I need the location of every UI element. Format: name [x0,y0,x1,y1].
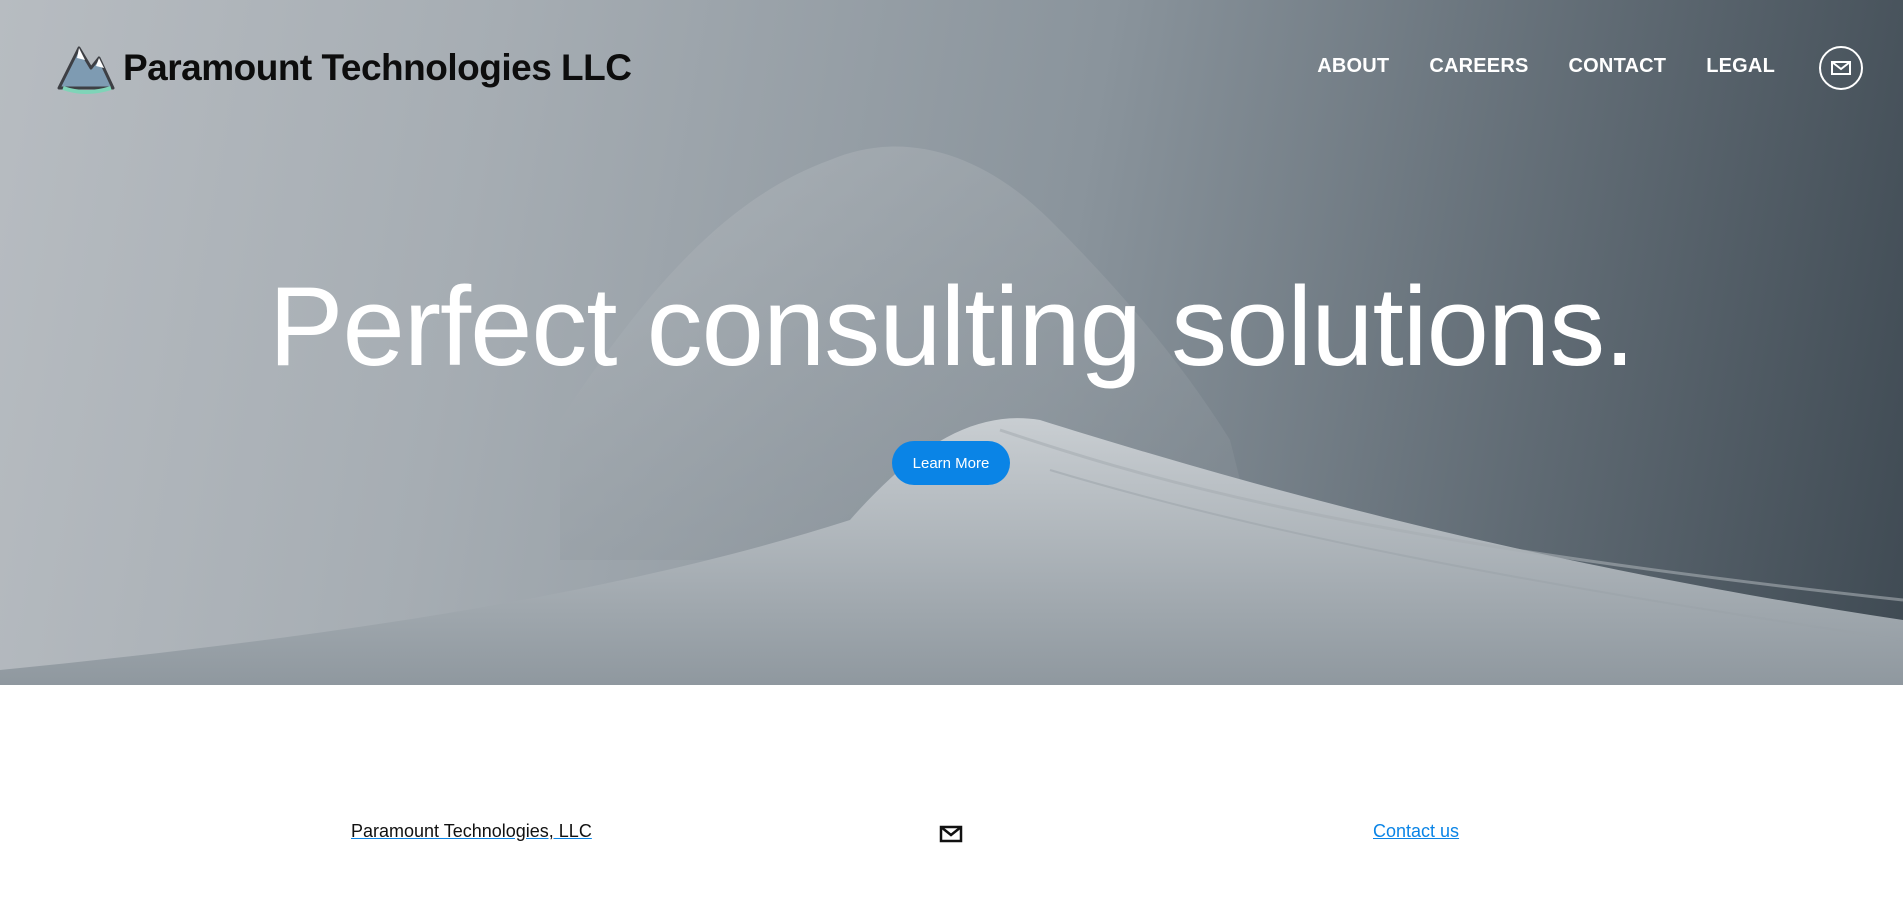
main-nav: ABOUT CAREERS CONTACT LEGAL [1277,55,1775,78]
footer-company-link[interactable]: Paramount Technologies, LLC [351,821,592,842]
learn-more-button[interactable]: Learn More [892,441,1010,485]
nav-legal[interactable]: LEGAL [1706,55,1775,78]
hero-section: Paramount Technologies LLC ABOUT CAREERS… [0,0,1903,685]
footer: Paramount Technologies, LLC Contact us [0,685,1903,909]
brand-name: Paramount Technologies LLC [123,47,632,88]
envelope-icon [1831,61,1851,75]
mail-button[interactable] [1819,46,1863,90]
logo[interactable]: Paramount Technologies LLC [55,42,632,94]
nav-careers[interactable]: CAREERS [1429,55,1528,78]
envelope-icon[interactable] [939,825,963,843]
nav-about[interactable]: ABOUT [1317,55,1389,78]
contact-us-link[interactable]: Contact us [1373,821,1459,842]
nav-contact[interactable]: CONTACT [1569,55,1667,78]
hero-headline: Perfect consulting solutions. [268,264,1636,389]
mountain-logo-icon [57,46,115,94]
